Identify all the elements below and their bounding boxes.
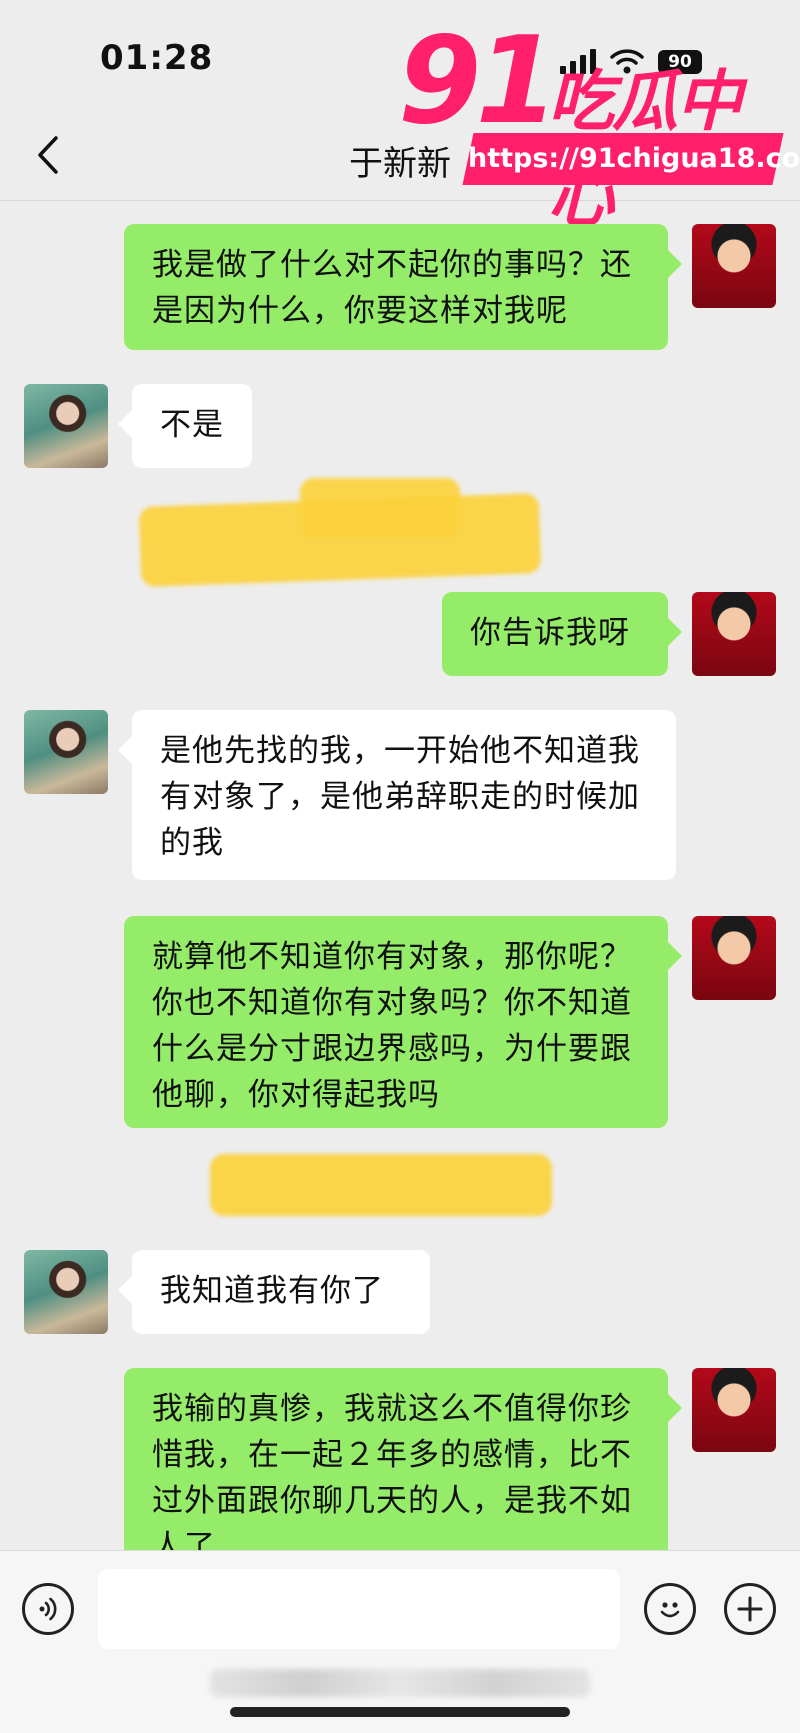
message-bubble-received[interactable]: 不是 — [118, 384, 252, 468]
watermark-logo: 91 吃瓜中心 https://91chigua18.com — [398, 12, 800, 236]
voice-icon[interactable] — [22, 1583, 74, 1635]
redacted-timestamp — [210, 1154, 552, 1216]
input-bar — [0, 1550, 800, 1733]
plus-icon[interactable] — [724, 1583, 776, 1635]
avatar-me[interactable] — [692, 1368, 776, 1452]
message-list[interactable]: 我是做了什么对不起你的事吗？还是因为什么，你要这样对我呢 不是 你告诉我呀 是他… — [0, 200, 800, 1550]
message-bubble-sent[interactable]: 你告诉我呀 — [442, 592, 682, 676]
redacted-timestamp-blob — [300, 478, 460, 538]
status-time: 01:28 — [100, 38, 214, 78]
avatar-contact[interactable] — [24, 1250, 108, 1334]
message-row: 我是做了什么对不起你的事吗？还是因为什么，你要这样对我呢 — [0, 200, 800, 350]
avatar-contact[interactable] — [24, 710, 108, 794]
message-bubble-received[interactable]: 是他先找的我，一开始他不知道我有对象了，是他弟辞职走的时候加的我 — [118, 710, 676, 880]
home-indicator[interactable] — [230, 1707, 570, 1717]
avatar-me[interactable] — [692, 592, 776, 676]
watermark-number: 91 — [398, 12, 559, 151]
avatar-contact[interactable] — [24, 384, 108, 468]
message-bubble-sent[interactable]: 我输的真惨，我就这么不值得你珍惜我，在一起２年多的感情，比不过外面跟你聊几天的人… — [124, 1368, 682, 1550]
message-input[interactable] — [98, 1569, 620, 1649]
message-bubble-sent[interactable]: 就算他不知道你有对象，那你呢？你也不知道你有对象吗？你不知道什么是分寸跟边界感吗… — [124, 916, 682, 1128]
watermark-url: https://91chigua18.com — [462, 133, 800, 185]
message-bubble-received[interactable]: 我知道我有你了 — [118, 1250, 430, 1334]
message-bubble-sent[interactable]: 我是做了什么对不起你的事吗？还是因为什么，你要这样对我呢 — [124, 224, 682, 350]
avatar-me[interactable] — [692, 916, 776, 1000]
blurred-content — [210, 1669, 590, 1697]
emoji-icon[interactable] — [644, 1583, 696, 1635]
avatar-me[interactable] — [692, 224, 776, 308]
